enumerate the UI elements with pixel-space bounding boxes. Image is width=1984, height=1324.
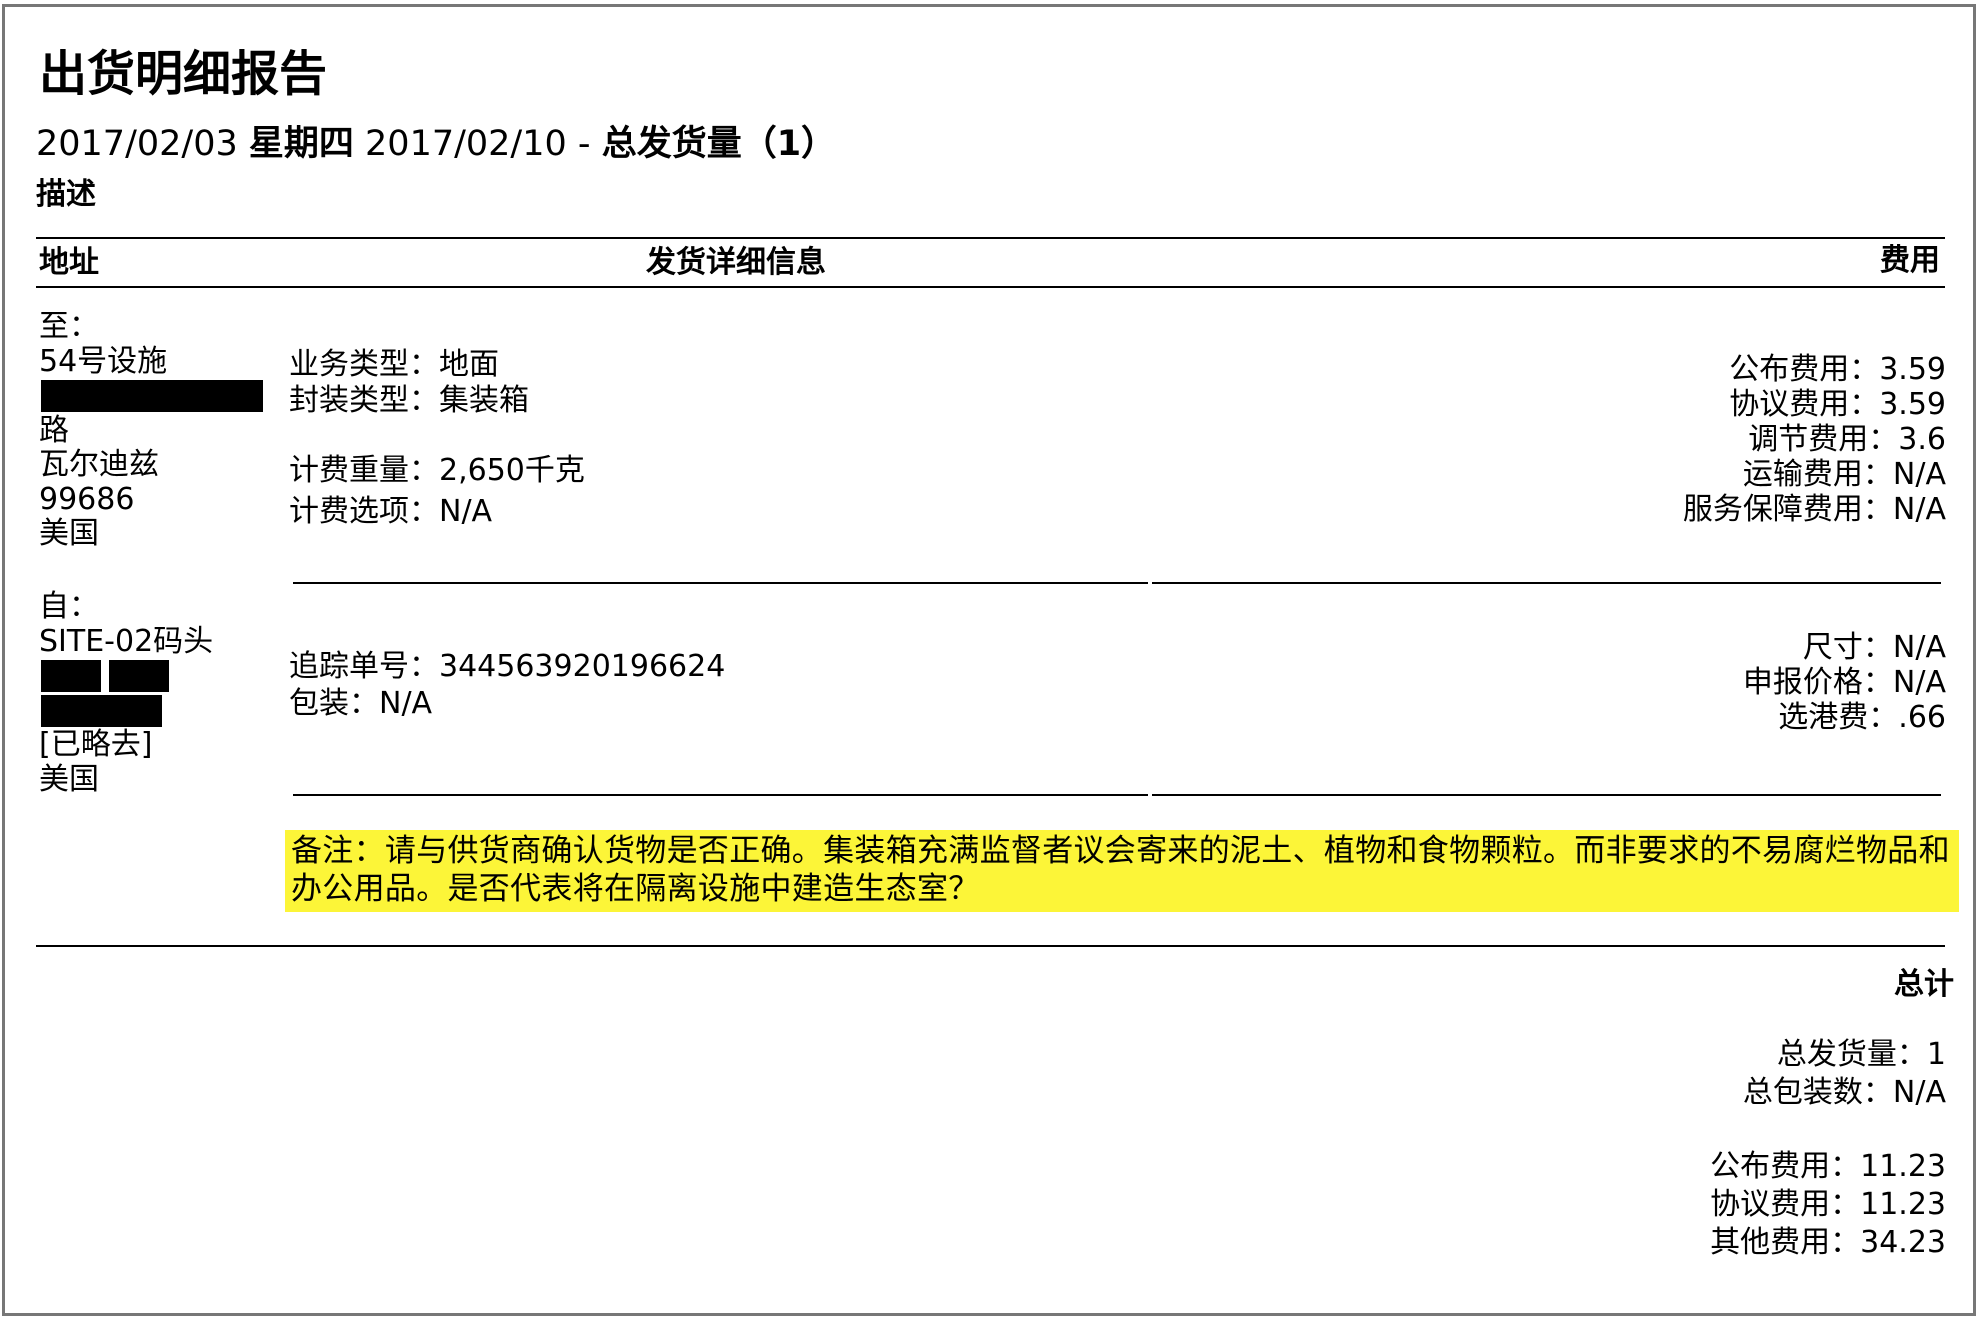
dimensions: 尺寸：N/A — [1802, 630, 1946, 665]
totals-counts: 总发货量：1 总包装数：N/A — [1743, 1036, 1946, 1112]
total-packages: 总包装数：N/A — [1742, 1075, 1946, 1110]
description-label: 描述 — [36, 177, 96, 212]
from-line: 美国 — [39, 761, 99, 797]
total-negotiated-fee: 协议费用：11.23 — [1710, 1187, 1946, 1222]
total-shipments-label: 总发货量（1） — [601, 124, 837, 164]
transport-fee: 运输费用：N/A — [1742, 457, 1946, 492]
date-end: 2017/02/10 — [365, 124, 567, 164]
date-start: 2017/02/03 — [36, 124, 238, 164]
from-label: 自： — [39, 589, 99, 624]
package-type: 封装类型：集装箱 — [289, 383, 529, 418]
fees-block-1: 公布费用：3.59 协议费用：3.59 调节费用：3.6 运输费用：N/A 服务… — [1683, 352, 1946, 527]
declared-value: 申报价格：N/A — [1742, 665, 1946, 700]
to-line: 美国 — [39, 516, 99, 551]
tracking-number: 追踪单号：344563920196624 — [289, 649, 726, 684]
to-line: 路 — [39, 412, 69, 448]
to-line: 瓦尔迪兹 — [39, 447, 159, 482]
report-subtitle: 2017/02/03 星期四 2017/02/10 - 总发货量（1） — [36, 124, 836, 164]
fees-block-2: 尺寸：N/A 申报价格：N/A 选港费：.66 — [1743, 630, 1946, 735]
divider — [293, 582, 1148, 584]
total-published-fee: 公布费用：11.23 — [1710, 1149, 1946, 1184]
report-title: 出货明细报告 — [39, 46, 328, 102]
divider — [1152, 794, 1941, 796]
header-details: 发货详细信息 — [646, 245, 826, 280]
to-address: 至： 54号设施 路 瓦尔迪兹 99686 美国 — [39, 309, 168, 552]
service-type: 业务类型：地面 — [289, 347, 499, 382]
negotiated-fee: 协议费用：3.59 — [1729, 387, 1946, 422]
port-fee: 选港费：.66 — [1778, 700, 1946, 735]
totals-fees: 公布费用：11.23 协议费用：11.23 其他费用：34.23 — [1710, 1148, 1946, 1262]
header-fees: 费用 — [1880, 243, 1940, 278]
redaction-bar — [41, 660, 101, 692]
to-line: 54号设施 — [39, 343, 168, 379]
divider — [36, 945, 1945, 947]
divider — [36, 237, 1945, 239]
published-fee: 公布费用：3.59 — [1729, 352, 1946, 387]
divider — [293, 794, 1148, 796]
redaction-bar — [41, 380, 263, 412]
weekday: 星期四 — [248, 124, 354, 164]
from-line: [已略去] — [39, 727, 153, 762]
adjusted-fee: 调节费用：3.6 — [1748, 422, 1946, 457]
packaging: 包装：N/A — [289, 686, 433, 721]
total-shipments: 总发货量：1 — [1776, 1037, 1946, 1072]
redaction-bar — [109, 660, 169, 692]
billing-weight: 计费重量：2,650千克 — [289, 453, 585, 488]
separator-dash: - — [577, 124, 591, 164]
to-label: 至： — [39, 309, 99, 344]
billing-option: 计费选项：N/A — [289, 494, 493, 529]
note-highlight: 备注：请与供货商确认货物是否正确。集装箱充满监督者议会寄来的泥土、植物和食物颗粒… — [285, 830, 1959, 912]
from-line: SITE-02码头 — [39, 623, 214, 659]
service-guarantee-fee: 服务保障费用：N/A — [1682, 492, 1946, 527]
from-address: 自： SITE-02码头 [已略去] 美国 — [39, 589, 214, 797]
total-other-fee: 其他费用：34.23 — [1710, 1225, 1946, 1260]
to-line: 99686 — [39, 481, 135, 517]
redaction-bar — [41, 695, 162, 727]
totals-heading: 总计 — [1894, 967, 1954, 1002]
divider — [1152, 582, 1941, 584]
header-address: 地址 — [39, 245, 99, 280]
divider — [36, 286, 1945, 288]
